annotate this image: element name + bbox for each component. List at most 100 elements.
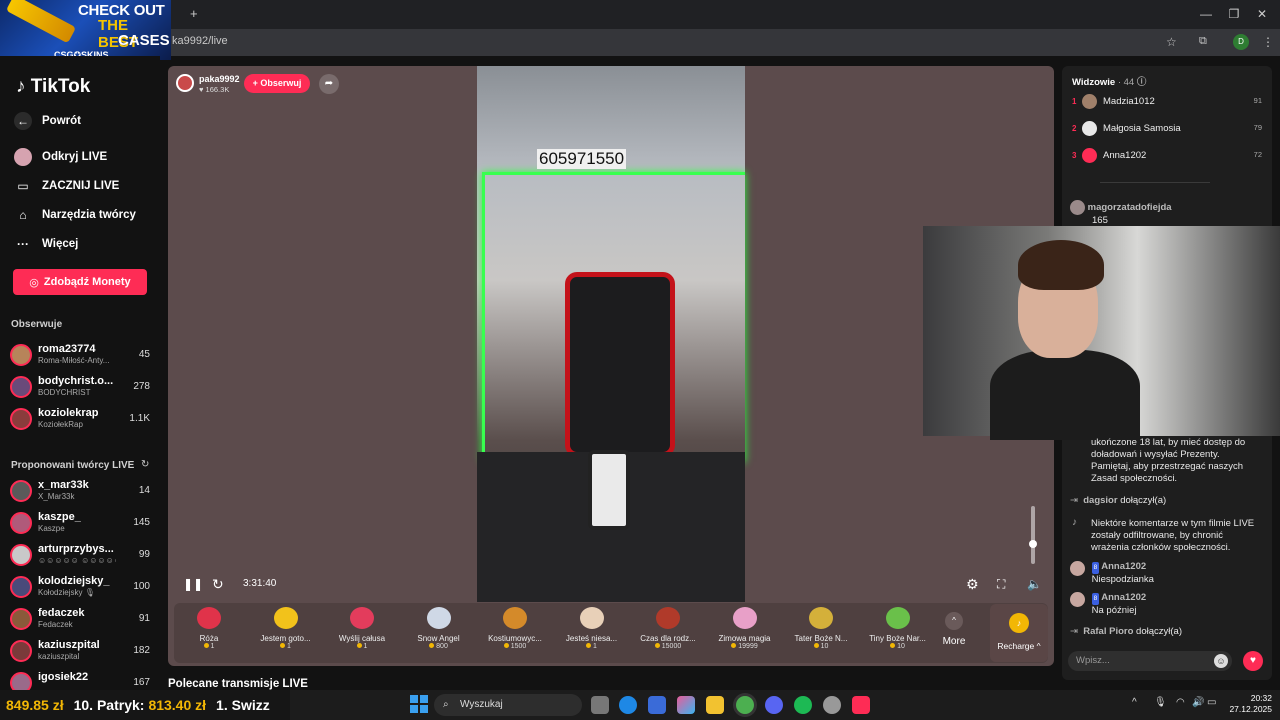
avatar[interactable]	[10, 512, 32, 534]
gift-icon	[197, 607, 221, 629]
new-tab-button[interactable]: +	[190, 6, 198, 21]
info-icon[interactable]: ⓘ	[1137, 77, 1147, 88]
refresh-icon[interactable]: ↻	[141, 459, 149, 470]
system-clock[interactable]: 20:32 27.12.2025	[1222, 693, 1272, 715]
wifi-icon[interactable]: ◠	[1176, 697, 1185, 708]
microphone-icon[interactable]: 🎙	[1154, 697, 1167, 708]
gift-item[interactable]: Jestem goto... 1	[251, 607, 321, 663]
url-text[interactable]: ka9992/live	[172, 35, 228, 47]
obs-icon[interactable]	[823, 696, 841, 714]
more-gifts-button[interactable]: ^ More	[938, 612, 970, 647]
tray-chevron-icon[interactable]: ^	[1132, 697, 1137, 708]
minimize-icon[interactable]: —	[1196, 5, 1216, 23]
sidebar-user[interactable]: kolodziejsky_ Kołodziejsky 🎙 100	[10, 572, 152, 604]
gift-item[interactable]: Tiny Boże Nar... 10	[863, 607, 933, 663]
follow-button[interactable]: + Obserwuj	[244, 74, 310, 93]
store-icon[interactable]	[648, 696, 666, 714]
share-icon[interactable]: ➦	[319, 74, 339, 94]
sidebar-user[interactable]: koziolekrap KoziołekRap 1.1K	[10, 404, 152, 436]
chat-user[interactable]: dagsior	[1083, 495, 1117, 506]
settings-icon[interactable]: ⚙	[966, 576, 979, 593]
browser-menu-icon[interactable]: ⋮	[1262, 35, 1274, 49]
avatar[interactable]	[10, 576, 32, 598]
nav-start-live[interactable]: ▭ ZACZNIJ LIVE	[14, 175, 119, 197]
windows-start-icon[interactable]	[410, 695, 428, 713]
gift-item[interactable]: Snow Angel 800	[404, 607, 474, 663]
gift-item[interactable]: Róża 1	[174, 607, 244, 663]
viewer-count: 45	[138, 349, 150, 360]
following-title: Obserwuje	[11, 319, 63, 330]
volume-icon[interactable]: 🔈	[1027, 577, 1042, 591]
nav-label: Powrót	[42, 115, 81, 127]
gift-item[interactable]: Kostiumowyc... 1500	[480, 607, 550, 663]
avatar[interactable]	[10, 376, 32, 398]
taskbar-search[interactable]: ⌕ Wyszukaj	[434, 694, 582, 716]
edge-icon[interactable]	[619, 696, 637, 714]
chat-user[interactable]: Rafal Pioro	[1083, 626, 1133, 637]
discord-icon[interactable]	[765, 696, 783, 714]
gift-name: Róża	[199, 634, 219, 643]
sidebar-user[interactable]: x_mar33k X_Mar33k 14	[10, 476, 152, 508]
emoji-icon[interactable]: ☺	[1214, 654, 1228, 668]
sidebar-user[interactable]: bodychrist.o... BODYCHRIST 278	[10, 372, 152, 404]
sidebar-user[interactable]: kaziuszpital kaziuszpital 182	[10, 636, 152, 668]
pause-icon[interactable]: ❚❚	[183, 577, 203, 591]
refresh-stream-icon[interactable]: ↻	[212, 576, 224, 593]
tiktok-logo[interactable]: ♪ TikTok	[16, 76, 90, 98]
spotify-icon[interactable]	[794, 696, 812, 714]
gift-item[interactable]: Wyślij całusa 1	[327, 607, 397, 663]
like-heart-icon[interactable]: ♥	[1243, 651, 1263, 671]
sidebar-user[interactable]: arturprzybys... ☺☺☺☺☺ ☺☺☺☺☺ 99	[10, 540, 152, 572]
task-view-icon[interactable]	[591, 696, 609, 714]
avatar[interactable]	[10, 480, 32, 502]
volume-slider[interactable]	[1031, 506, 1035, 564]
host-avatar[interactable]	[176, 74, 194, 92]
rank-number: 1	[1072, 97, 1077, 106]
avatar[interactable]	[10, 544, 32, 566]
chat-input[interactable]: Wpisz...	[1068, 651, 1232, 671]
gift-item[interactable]: Czas dla rodz... 15000	[633, 607, 703, 663]
top-viewer-row[interactable]: 3 Anna1202 72	[1070, 146, 1270, 168]
viewer-name: Madzia1012	[1103, 96, 1155, 107]
speaker-icon[interactable]: 🔊	[1192, 697, 1204, 708]
avatar[interactable]	[10, 408, 32, 430]
gift-name: Tater Boże N...	[794, 634, 848, 643]
ad-banner[interactable]: CHECK OUT THE BEST CASES CSG✪SKINS	[0, 0, 171, 60]
gift-item[interactable]: Jesteś niesa... 1	[557, 607, 627, 663]
gift-name: Jesteś niesa...	[565, 634, 618, 643]
top-viewer-row[interactable]: 1 Madzia1012 91	[1070, 92, 1270, 114]
profile-avatar[interactable]: D	[1233, 34, 1249, 50]
chat-user[interactable]: magorzatadofiejda	[1088, 202, 1172, 213]
avatar[interactable]	[10, 608, 32, 630]
maximize-icon[interactable]: ❐	[1224, 5, 1244, 23]
fullscreen-icon[interactable]: ⛶	[997, 577, 1005, 592]
sidebar-user[interactable]: roma23774 Roma-Miłość-Anty... 45	[10, 340, 152, 372]
get-coins-button[interactable]: ◎ Zdobądź Monety	[13, 269, 147, 295]
viewer-count: 278	[133, 381, 150, 392]
extensions-icon[interactable]: ⧉	[1199, 35, 1207, 48]
chat-user[interactable]: Anna1202	[1101, 561, 1146, 572]
nav-discover-live[interactable]: Odkryj LIVE	[14, 146, 107, 168]
bookmark-star-icon[interactable]: ☆	[1166, 35, 1177, 49]
chat-user[interactable]: Anna1202	[1101, 592, 1146, 603]
nav-back[interactable]: ← Powrót	[14, 110, 81, 132]
close-icon[interactable]: ✕	[1252, 5, 1272, 23]
top-viewer-row[interactable]: 2 Małgosia Samosia 79	[1070, 119, 1270, 141]
sidebar-user[interactable]: kaszpe_ Kaszpe 145	[10, 508, 152, 540]
sidebar-user[interactable]: fedaczek Fedaczek 91	[10, 604, 152, 636]
avatar[interactable]	[10, 640, 32, 662]
chrome-icon[interactable]	[736, 696, 754, 714]
chat-text: 165	[1092, 215, 1108, 226]
file-explorer-icon[interactable]	[706, 696, 724, 714]
nav-more[interactable]: ··· Więcej	[14, 233, 78, 255]
recharge-button[interactable]: ♪ Recharge ^	[990, 604, 1048, 662]
host-name[interactable]: paka9992	[199, 74, 240, 84]
copilot-icon[interactable]	[677, 696, 695, 714]
gift-item[interactable]: Tater Boże N... 10	[786, 607, 856, 663]
nav-creator-tools[interactable]: ⌂ Narzędzia twórcy	[14, 204, 136, 226]
tiktok-app-icon[interactable]	[852, 696, 870, 714]
volume-slider-knob[interactable]	[1029, 540, 1037, 548]
gift-item[interactable]: Zimowa magia 19999	[710, 607, 780, 663]
avatar[interactable]	[10, 344, 32, 366]
battery-icon[interactable]: ▭	[1207, 697, 1216, 708]
